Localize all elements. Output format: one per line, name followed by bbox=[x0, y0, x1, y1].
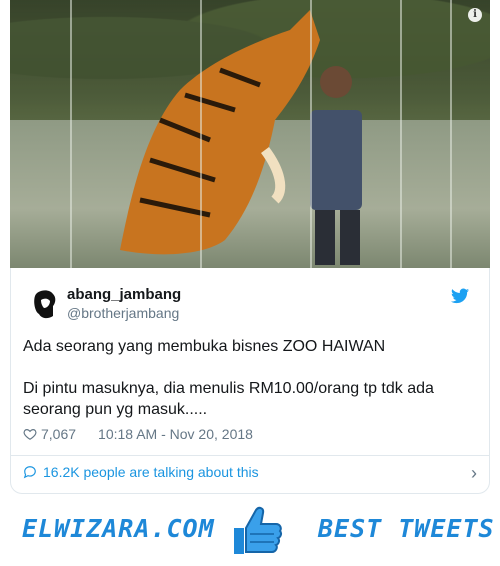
glass-divider bbox=[310, 0, 312, 268]
tweet-meta: 7,067 10:18 AM - Nov 20, 2018 bbox=[23, 426, 253, 442]
tweet-card: abang_jambang @brotherjambang Ada seoran… bbox=[10, 268, 490, 494]
like-count[interactable]: 7,067 bbox=[41, 426, 76, 442]
display-name[interactable]: abang_jambang bbox=[67, 286, 181, 303]
footer-banner: ELWIZARA.COM BEST TWEETS bbox=[0, 494, 500, 566]
tweet-photo[interactable]: i bbox=[10, 0, 490, 268]
divider bbox=[11, 455, 489, 456]
conversation-count[interactable]: 16.2K people are talking about this bbox=[43, 464, 259, 480]
heart-icon[interactable] bbox=[23, 427, 37, 441]
brand-logo-text[interactable]: ELWIZARA.COM bbox=[22, 514, 215, 543]
tweet-text-line: Di pintu masuknya, dia menulis RM10.00/o… bbox=[23, 380, 434, 397]
tweet-text: Ada seorang yang membuka bisnes ZOO HAIW… bbox=[23, 336, 463, 420]
conversation-link[interactable]: 16.2K people are talking about this › bbox=[23, 463, 479, 483]
speech-bubble-icon bbox=[23, 466, 36, 479]
info-icon[interactable]: i bbox=[468, 8, 482, 22]
best-tweets-label: BEST TWEETS bbox=[318, 514, 495, 543]
glass-divider bbox=[450, 0, 452, 268]
glass-divider bbox=[70, 0, 72, 268]
tweet-text-paragraph: Ada seorang yang membuka bisnes ZOO HAIW… bbox=[23, 338, 386, 355]
tweet-timestamp[interactable]: 10:18 AM - Nov 20, 2018 bbox=[98, 426, 253, 442]
tiger-and-man-illustration bbox=[120, 10, 362, 265]
user-handle[interactable]: @brotherjambang bbox=[67, 305, 179, 321]
glass-divider bbox=[200, 0, 202, 268]
chevron-right-icon[interactable]: › bbox=[471, 463, 477, 484]
glass-divider bbox=[400, 0, 402, 268]
avatar[interactable] bbox=[27, 286, 63, 322]
tweet-text-line: seorang pun yg masuk..... bbox=[23, 401, 208, 418]
thumbs-up-icon bbox=[234, 506, 283, 554]
twitter-bird-icon[interactable] bbox=[451, 288, 469, 304]
